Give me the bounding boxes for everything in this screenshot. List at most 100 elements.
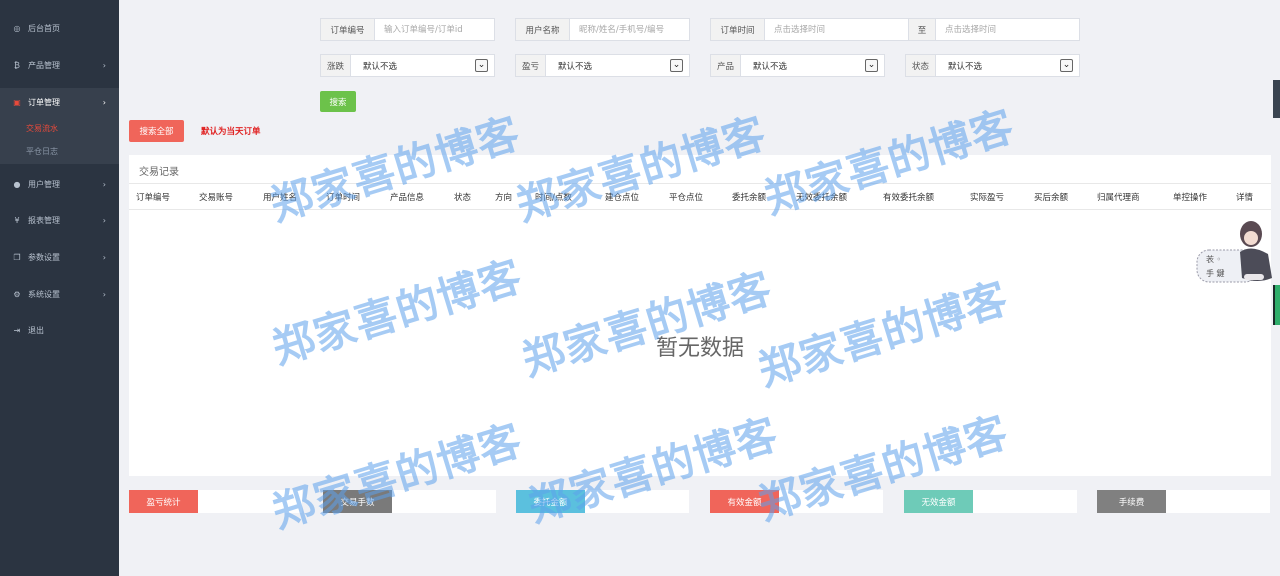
column-header: 实际盈亏	[970, 193, 1005, 203]
sidebar-item-logout[interactable]: ⇥ 退出	[0, 320, 119, 340]
trade-records-panel: 交易记录 订单编号 交易账号 用户姓名 订单时间 产品信息 状态 方向 时间/点…	[129, 155, 1271, 476]
column-header: 单控操作	[1173, 193, 1208, 203]
search-all-button[interactable]: 搜索全部	[129, 120, 184, 142]
stat-invalid-amount: 无效金额	[904, 490, 1077, 513]
column-header: 订单时间	[326, 193, 361, 203]
submenu-item-close-log[interactable]: 平仓日志	[26, 146, 58, 157]
bitcoin-icon: ₿	[14, 60, 20, 70]
chevron-right-icon: ›	[102, 97, 106, 107]
stat-value	[585, 490, 689, 513]
product-select[interactable]: 默认不选 ⌄	[741, 55, 884, 76]
empty-state-text: 暂无数据	[655, 336, 744, 361]
dashboard-icon: ◎	[13, 23, 21, 33]
order-icon: ▣	[13, 97, 21, 107]
rise-fall-value: 默认不选	[363, 61, 398, 72]
sidebar-item-label: 后台首页	[28, 23, 60, 33]
column-header: 归属代理商	[1097, 193, 1140, 203]
order-time-start-input[interactable]	[765, 19, 908, 40]
order-time-label: 订单时间	[711, 19, 765, 40]
chevron-down-icon: ⌄	[670, 59, 683, 72]
profit-loss-select[interactable]: 默认不选 ⌄	[546, 55, 689, 76]
profit-loss-value: 默认不选	[558, 61, 593, 72]
column-header: 有效委托余额	[883, 193, 935, 203]
chevron-down-icon: ⌄	[475, 59, 488, 72]
chevron-down-icon: ⌄	[1060, 59, 1073, 72]
stat-valid-amount: 有效金额	[710, 490, 883, 513]
user-name-filter: 用户名称	[515, 18, 690, 41]
status-filter: 状态 默认不选 ⌄	[905, 54, 1080, 77]
chevron-right-icon: ›	[102, 60, 106, 70]
to-label: 至	[909, 19, 936, 40]
column-header: 用户姓名	[263, 193, 298, 203]
sidebar-item-label: 用户管理	[28, 179, 60, 189]
sidebar-item-products[interactable]: ₿ 产品管理 ›	[0, 55, 119, 75]
profit-loss-label: 盈亏	[516, 55, 546, 76]
sidebar-item-orders[interactable]: ▣ 订单管理 ›	[0, 92, 119, 112]
side-handle-top[interactable]	[1273, 80, 1280, 118]
order-time-end-input[interactable]	[936, 19, 1079, 40]
stat-value	[392, 490, 496, 513]
stat-profit-loss: 盈亏统计	[129, 490, 302, 513]
stat-value	[198, 490, 302, 513]
submenu-item-trade-flow[interactable]: 交易流水	[26, 123, 58, 134]
sidebar-item-params[interactable]: ❐ 参数设置 ›	[0, 247, 119, 267]
order-no-label: 订单编号	[321, 19, 375, 40]
sidebar-item-label: 订单管理	[28, 97, 60, 107]
stat-label: 手续费	[1097, 490, 1166, 513]
column-header: 交易账号	[199, 193, 234, 203]
column-header: 时间/点数	[535, 193, 572, 203]
sidebar: ◎ 后台首页 ₿ 产品管理 › ▣ 订单管理 › 交易流水 平仓日志 ● 用户管…	[0, 0, 119, 576]
order-no-filter: 订单编号	[320, 18, 495, 41]
stat-label: 无效金额	[904, 490, 973, 513]
stat-fee: 手续费	[1097, 490, 1270, 513]
copy-icon: ❐	[13, 252, 21, 262]
sidebar-item-users[interactable]: ● 用户管理 ›	[0, 174, 119, 194]
status-select[interactable]: 默认不选 ⌄	[936, 55, 1079, 76]
profit-loss-filter: 盈亏 默认不选 ⌄	[515, 54, 690, 77]
stat-value	[779, 490, 883, 513]
column-header: 产品信息	[390, 193, 425, 203]
status-label: 状态	[906, 55, 936, 76]
column-header: 无效委托余额	[796, 193, 848, 203]
svg-text:䒾 ◦: 䒾 ◦	[1206, 255, 1221, 264]
yen-icon: ¥	[14, 215, 20, 225]
panel-title: 交易记录	[139, 167, 179, 178]
product-filter: 产品 默认不选 ⌄	[710, 54, 885, 77]
search-button[interactable]: 搜索	[320, 91, 356, 112]
rise-fall-select[interactable]: 默认不选 ⌄	[351, 55, 494, 76]
sidebar-item-label: 报表管理	[28, 215, 60, 225]
order-no-input[interactable]	[375, 19, 494, 40]
chevron-right-icon: ›	[102, 215, 106, 225]
stat-label: 盈亏统计	[129, 490, 198, 513]
logout-icon: ⇥	[13, 325, 21, 335]
chevron-right-icon: ›	[102, 289, 106, 299]
column-header: 建仓点位	[605, 193, 640, 203]
mascot-widget[interactable]: 䒾 ◦ 手 鍵	[1196, 216, 1276, 288]
side-handle-green[interactable]	[1273, 285, 1280, 325]
svg-text:手 鍵: 手 鍵	[1206, 268, 1225, 278]
sidebar-item-reports[interactable]: ¥ 报表管理 ›	[0, 210, 119, 230]
chevron-down-icon: ⌄	[865, 59, 878, 72]
sidebar-item-label: 退出	[28, 325, 44, 335]
sidebar-item-system[interactable]: ⚙ 系统设置 ›	[0, 284, 119, 304]
stat-value	[973, 490, 1077, 513]
stat-label: 委托金额	[516, 490, 585, 513]
stat-label: 有效金额	[710, 490, 779, 513]
gears-icon: ⚙	[13, 289, 21, 299]
stat-label: 交易手数	[323, 490, 392, 513]
chevron-right-icon: ›	[102, 252, 106, 262]
column-header: 详情	[1236, 193, 1254, 203]
rise-fall-label: 涨跌	[321, 55, 351, 76]
stat-value	[1166, 490, 1270, 513]
product-value: 默认不选	[753, 61, 788, 72]
user-name-label: 用户名称	[516, 19, 570, 40]
user-name-input[interactable]	[570, 19, 689, 40]
sidebar-item-dashboard[interactable]: ◎ 后台首页	[0, 18, 119, 38]
divider	[129, 183, 1271, 184]
stat-entrust-amount: 委托金额	[516, 490, 689, 513]
column-header: 方向	[495, 193, 513, 203]
stat-trade-lots: 交易手数	[323, 490, 496, 513]
order-time-end-filter: 至	[908, 18, 1080, 41]
status-value: 默认不选	[948, 61, 983, 72]
user-icon: ●	[13, 179, 21, 189]
